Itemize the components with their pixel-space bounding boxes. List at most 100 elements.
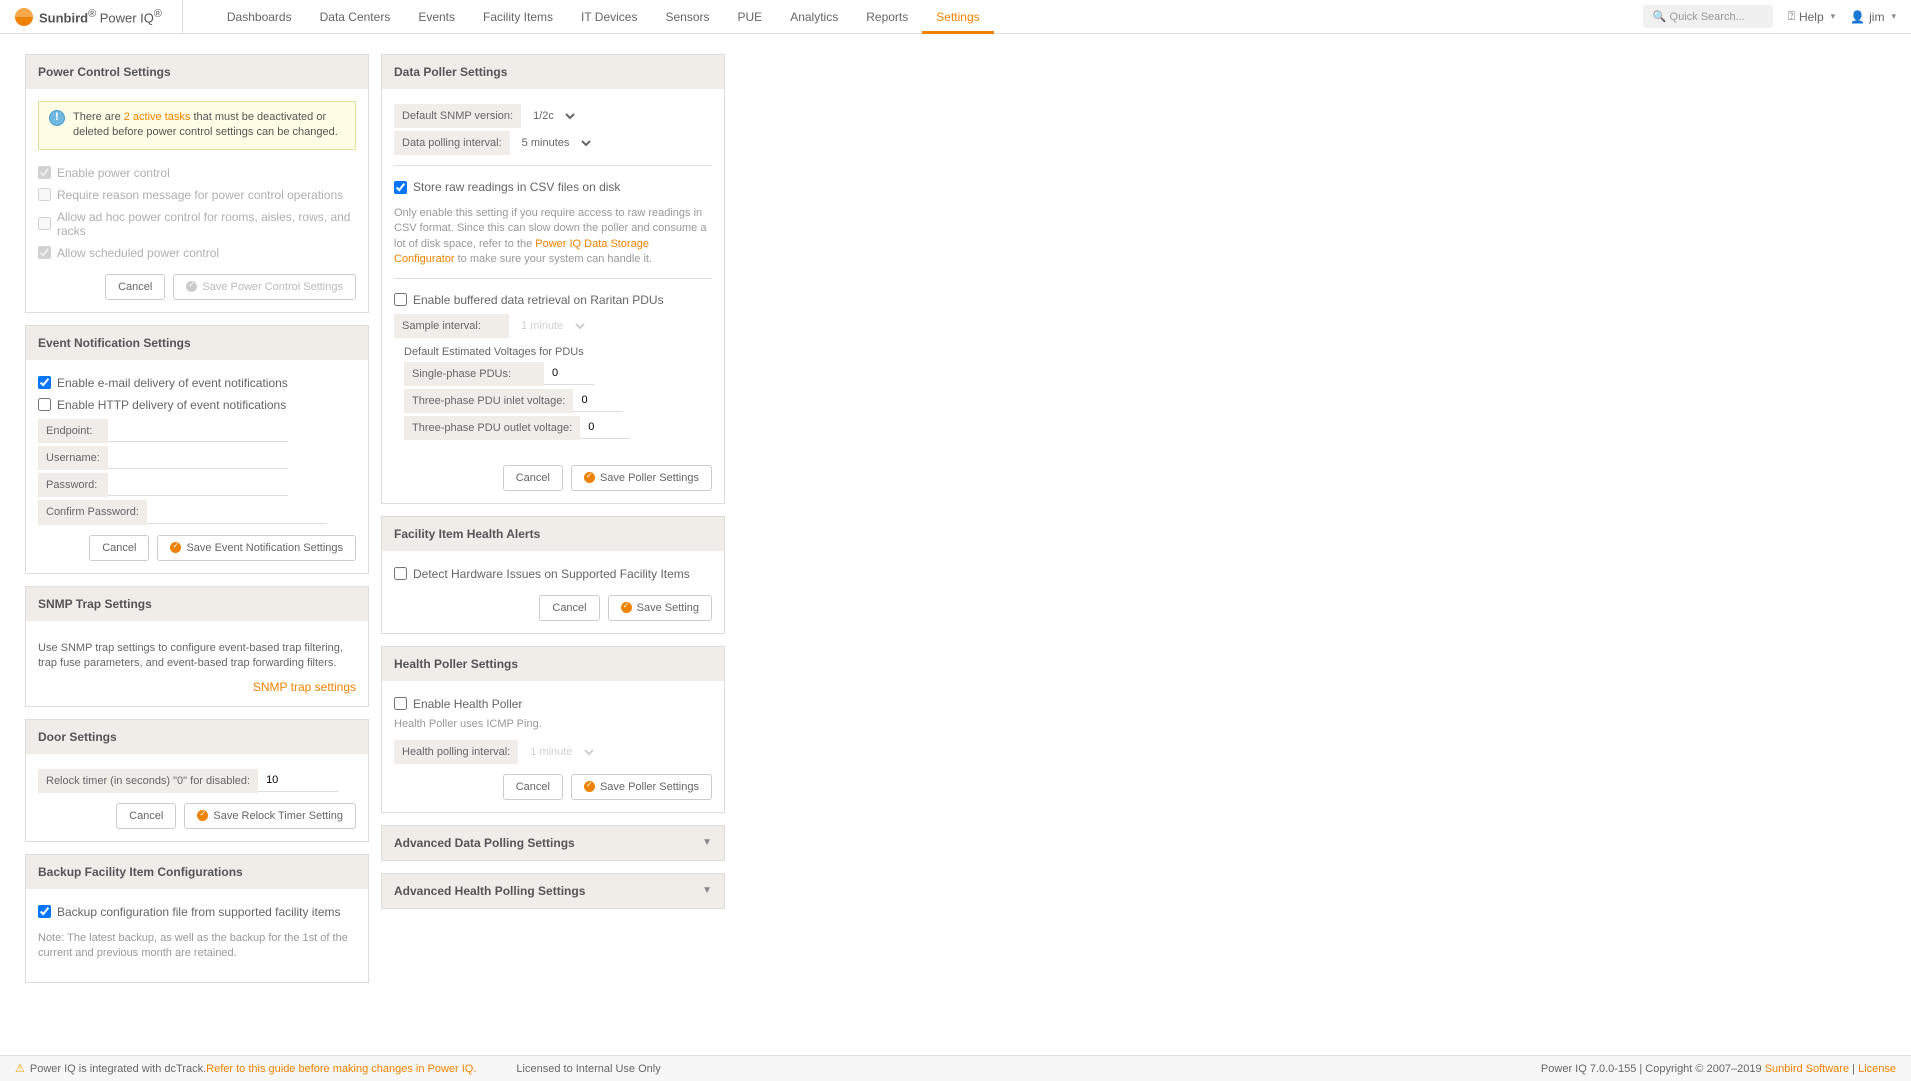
- require-reason-checkbox: [38, 188, 51, 201]
- panel-title: Facility Item Health Alerts: [382, 517, 724, 551]
- license-text: Licensed to Internal Use Only: [516, 1063, 660, 1075]
- cancel-button[interactable]: Cancel: [116, 803, 176, 829]
- nav-settings[interactable]: Settings: [922, 0, 993, 34]
- footer-bar: ⚠ Power IQ is integrated with dcTrack. R…: [0, 1055, 1911, 1081]
- backup-config-checkbox[interactable]: [38, 905, 51, 918]
- buffered-retrieval-row[interactable]: Enable buffered data retrieval on Rarita…: [394, 289, 712, 311]
- company-link[interactable]: Sunbird Software: [1765, 1063, 1849, 1075]
- chevron-down-icon: ▼: [702, 837, 712, 848]
- detect-hardware-checkbox[interactable]: [394, 567, 407, 580]
- nav-it-devices[interactable]: IT Devices: [567, 0, 651, 34]
- nav-facility-items[interactable]: Facility Items: [469, 0, 567, 34]
- enable-http-checkbox[interactable]: [38, 398, 51, 411]
- advanced-health-polling-panel: Advanced Health Polling Settings▼: [381, 873, 725, 909]
- chevron-down-icon: ▼: [702, 885, 712, 896]
- save-relock-button[interactable]: Save Relock Timer Setting: [184, 803, 356, 829]
- health-interval-label: Health polling interval:: [394, 740, 518, 764]
- enable-health-poller-row[interactable]: Enable Health Poller: [394, 693, 712, 715]
- active-tasks-link[interactable]: 2 active tasks: [124, 111, 191, 123]
- cancel-button[interactable]: Cancel: [503, 465, 563, 491]
- require-reason-row: Require reason message for power control…: [38, 184, 356, 206]
- snmp-version-label: Default SNMP version:: [394, 104, 521, 128]
- username-input[interactable]: [108, 446, 288, 469]
- advanced-data-polling-panel: Advanced Data Polling Settings▼: [381, 825, 725, 861]
- check-icon: [197, 810, 208, 821]
- panel-title: Health Poller Settings: [382, 647, 724, 681]
- cancel-button[interactable]: Cancel: [105, 274, 165, 300]
- user-menu[interactable]: 👤 jim: [1850, 10, 1896, 24]
- voltages-heading: Default Estimated Voltages for PDUs: [404, 346, 712, 358]
- check-icon: [584, 781, 595, 792]
- sample-interval-select: 1 minute: [509, 314, 588, 338]
- three-phase-outlet-input[interactable]: [580, 416, 630, 439]
- guide-link[interactable]: Refer to this guide before making change…: [206, 1063, 476, 1075]
- brand-name1: Sunbird: [39, 10, 88, 25]
- csv-desc: Only enable this setting if you require …: [394, 206, 712, 268]
- advanced-data-polling-toggle[interactable]: Advanced Data Polling Settings▼: [382, 826, 724, 860]
- cancel-button[interactable]: Cancel: [539, 595, 599, 621]
- alert-box: There are 2 active tasks that must be de…: [38, 101, 356, 150]
- three-phase-inlet-label: Three-phase PDU inlet voltage:: [404, 389, 573, 413]
- power-control-panel: Power Control Settings There are 2 activ…: [25, 54, 369, 313]
- allow-scheduled-row: Allow scheduled power control: [38, 242, 356, 264]
- nav-analytics[interactable]: Analytics: [776, 0, 852, 34]
- health-interval-select: 1 minute: [518, 740, 597, 764]
- three-phase-inlet-input[interactable]: [573, 389, 623, 412]
- check-icon: [186, 281, 197, 292]
- nav-pue[interactable]: PUE: [724, 0, 777, 34]
- event-notification-panel: Event Notification Settings Enable e-mai…: [25, 325, 369, 574]
- cancel-button[interactable]: Cancel: [503, 774, 563, 800]
- snmp-desc: Use SNMP trap settings to configure even…: [38, 641, 356, 672]
- save-health-poller-button[interactable]: Save Poller Settings: [571, 774, 712, 800]
- store-csv-row[interactable]: Store raw readings in CSV files on disk: [394, 176, 712, 198]
- help-menu[interactable]: ⍰ Help: [1788, 9, 1835, 24]
- confirm-password-input[interactable]: [147, 501, 327, 524]
- nav-sensors[interactable]: Sensors: [651, 0, 723, 34]
- password-label: Password:: [38, 473, 108, 497]
- save-setting-button[interactable]: Save Setting: [608, 595, 712, 621]
- store-csv-checkbox[interactable]: [394, 181, 407, 194]
- nav-data-centers[interactable]: Data Centers: [306, 0, 405, 34]
- panel-title: Backup Facility Item Configurations: [26, 855, 368, 889]
- nav-reports[interactable]: Reports: [852, 0, 922, 34]
- polling-interval-select[interactable]: 5 minutes: [510, 131, 594, 155]
- endpoint-label: Endpoint:: [38, 419, 108, 443]
- search-input[interactable]: 🔍 Quick Search...: [1643, 5, 1773, 28]
- detect-hardware-row[interactable]: Detect Hardware Issues on Supported Faci…: [394, 563, 712, 585]
- main-nav: Dashboards Data Centers Events Facility …: [213, 0, 994, 34]
- snmp-trap-link[interactable]: SNMP trap settings: [253, 680, 356, 694]
- three-phase-outlet-label: Three-phase PDU outlet voltage:: [404, 416, 580, 440]
- single-phase-input[interactable]: [544, 362, 594, 385]
- door-settings-panel: Door Settings Relock timer (in seconds) …: [25, 719, 369, 842]
- relock-input[interactable]: [258, 769, 338, 792]
- info-icon: [49, 110, 65, 126]
- advanced-health-polling-toggle[interactable]: Advanced Health Polling Settings▼: [382, 874, 724, 908]
- buffered-retrieval-checkbox[interactable]: [394, 293, 407, 306]
- version-text: Power IQ 7.0.0-155: [1541, 1063, 1636, 1075]
- confirm-password-label: Confirm Password:: [38, 500, 147, 525]
- polling-interval-label: Data polling interval:: [394, 131, 510, 155]
- enable-health-poller-checkbox[interactable]: [394, 697, 407, 710]
- allow-adhoc-row: Allow ad hoc power control for rooms, ai…: [38, 206, 356, 242]
- sample-interval-label: Sample interval:: [394, 314, 509, 338]
- enable-http-row[interactable]: Enable HTTP delivery of event notificati…: [38, 394, 356, 416]
- enable-email-checkbox[interactable]: [38, 376, 51, 389]
- enable-email-row[interactable]: Enable e-mail delivery of event notifica…: [38, 372, 356, 394]
- panel-title: Event Notification Settings: [26, 326, 368, 360]
- single-phase-label: Single-phase PDUs:: [404, 362, 544, 386]
- backup-config-row[interactable]: Backup configuration file from supported…: [38, 901, 356, 923]
- save-event-notif-button[interactable]: Save Event Notification Settings: [157, 535, 356, 561]
- cancel-button[interactable]: Cancel: [89, 535, 149, 561]
- license-link[interactable]: License: [1858, 1063, 1896, 1075]
- enable-power-control-checkbox: [38, 166, 51, 179]
- password-input[interactable]: [108, 473, 288, 496]
- check-icon: [170, 542, 181, 553]
- endpoint-input[interactable]: [108, 419, 288, 442]
- check-icon: [584, 472, 595, 483]
- facility-health-panel: Facility Item Health Alerts Detect Hardw…: [381, 516, 725, 634]
- snmp-version-select[interactable]: 1/2c: [521, 104, 578, 128]
- nav-dashboards[interactable]: Dashboards: [213, 0, 306, 34]
- logo: Sunbird® Power IQ®: [15, 0, 183, 33]
- nav-events[interactable]: Events: [404, 0, 469, 34]
- save-poller-button[interactable]: Save Poller Settings: [571, 465, 712, 491]
